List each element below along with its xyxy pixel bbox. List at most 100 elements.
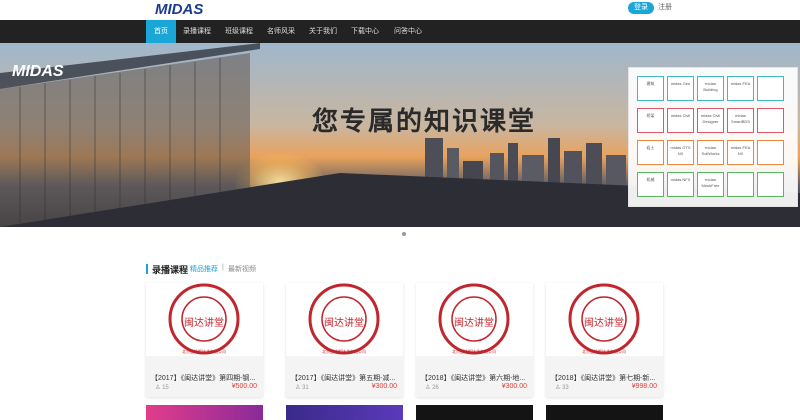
nav-item-home[interactable]: 首页 xyxy=(146,20,176,43)
course-views: ♙ 26 xyxy=(425,384,439,391)
views-count: 33 xyxy=(562,385,569,391)
panel-row-label-mechanical[interactable]: 机械 xyxy=(637,172,664,197)
product-tile[interactable]: midas Gen xyxy=(667,76,694,101)
views-icon: ♙ xyxy=(155,385,161,391)
product-tile[interactable]: midas SoilWorks xyxy=(697,140,724,165)
tab-separator: | xyxy=(222,264,224,271)
views-count: 26 xyxy=(432,385,439,391)
register-link[interactable]: 注册 xyxy=(658,2,672,14)
course-price: ¥998.00 xyxy=(631,383,657,390)
tab-featured[interactable]: 精品推荐 xyxy=(190,264,218,274)
course-card[interactable]: 闽达讲堂 北京迈达斯技术有限公司 【2017】《闽达讲堂》第五期-减... ♙ … xyxy=(286,283,403,397)
nav-item-qa[interactable]: 问答中心 xyxy=(386,20,430,43)
course-views: ♙ 15 xyxy=(155,384,169,391)
product-tile[interactable] xyxy=(757,76,784,101)
nav-item-teachers[interactable]: 名师风采 xyxy=(259,20,303,43)
course-title[interactable]: 【2018】《闽达讲堂》第六期-地... xyxy=(421,373,531,383)
course-title[interactable]: 【2017】《闽达讲堂》第五期-减... xyxy=(291,373,401,383)
product-tile[interactable]: midas FEA xyxy=(727,76,754,101)
tile-label: midas SoilWorks xyxy=(701,145,720,156)
tile-label: midas Civil Designer xyxy=(700,113,721,124)
section-title: 录播课程 xyxy=(152,265,189,275)
product-tile[interactable]: midas Building xyxy=(697,76,724,101)
nav-item-downloads[interactable]: 下载中心 xyxy=(343,20,387,43)
row-label: 岩土 xyxy=(646,145,655,150)
stamp-center-text: 闽达讲堂 xyxy=(184,316,224,329)
tile-label: midas FEA xyxy=(730,81,751,86)
course-thumbnail-next[interactable] xyxy=(416,405,533,420)
product-tile[interactable]: midas Civil xyxy=(667,108,694,133)
product-tile[interactable]: midas MeshFree xyxy=(697,172,724,197)
stamp-ring-text: 北京迈达斯技术有限公司 xyxy=(452,348,496,354)
tile-label: midas Civil xyxy=(670,113,691,118)
course-thumbnail[interactable]: 闽达讲堂 北京迈达斯技术有限公司 xyxy=(416,283,533,356)
tile-label: midas FEA NX xyxy=(730,145,751,156)
tile-label: midas GTS NX xyxy=(670,145,691,156)
login-button[interactable]: 登录 xyxy=(628,2,654,14)
section-accent-bar xyxy=(146,264,148,274)
stamp-seal-icon: 闽达讲堂 北京迈达斯技术有限公司 xyxy=(438,283,510,355)
tab-latest[interactable]: 最新视频 xyxy=(228,264,256,274)
course-price: ¥300.00 xyxy=(501,383,527,390)
product-tile[interactable]: midas NFX xyxy=(667,172,694,197)
views-icon: ♙ xyxy=(555,385,561,391)
tile-label: midas NFX xyxy=(670,177,691,182)
course-card[interactable]: 闽达讲堂 北京迈达斯技术有限公司 【2017】《闽达讲堂》第四期-钢... ♙ … xyxy=(146,283,263,397)
panel-row-label-bridge[interactable]: 桥梁 xyxy=(637,108,664,133)
course-thumbnail-next[interactable] xyxy=(146,405,263,420)
main-nav: 首页 录播课程 班级课程 名师风采 关于我们 下载中心 问答中心 xyxy=(0,20,800,59)
course-views: ♙ 31 xyxy=(295,384,309,391)
tile-label: midas Gen xyxy=(670,81,691,86)
top-bar: MIDAS 登录 注册 xyxy=(0,0,800,18)
course-info: 【2018】《闽达讲堂》第七期-新... ♙ 33 ¥998.00 xyxy=(546,356,663,397)
course-thumbnail-next[interactable] xyxy=(286,405,403,420)
row-label: 机械 xyxy=(646,177,655,182)
nav-item-recorded-courses[interactable]: 录播课程 xyxy=(175,20,219,43)
banner-slogan: 您专属的知识课堂 xyxy=(312,107,537,137)
views-count: 31 xyxy=(302,385,309,391)
product-tile[interactable]: midas GTS NX xyxy=(667,140,694,165)
row-label: 建筑 xyxy=(646,81,655,86)
course-info: 【2017】《闽达讲堂》第四期-钢... ♙ 15 ¥500.00 xyxy=(146,356,263,397)
course-thumbnail[interactable]: 闽达讲堂 北京迈达斯技术有限公司 xyxy=(546,283,663,356)
stamp-ring-text: 北京迈达斯技术有限公司 xyxy=(582,348,626,354)
product-tile[interactable] xyxy=(727,172,754,197)
row-label: 桥梁 xyxy=(646,113,655,118)
stamp-seal-icon: 闽达讲堂 北京迈达斯技术有限公司 xyxy=(168,283,240,355)
banner-midas-logo: MIDAS xyxy=(12,63,64,79)
course-thumbnail-next[interactable] xyxy=(546,405,663,420)
product-tile[interactable] xyxy=(757,140,784,165)
views-count: 15 xyxy=(162,385,169,391)
panel-row-label-geotech[interactable]: 岩土 xyxy=(637,140,664,165)
logo-text: MIDAS xyxy=(155,1,203,16)
midas-logo[interactable]: MIDAS xyxy=(155,0,207,16)
course-info: 【2017】《闽达讲堂》第五期-减... ♙ 31 ¥300.00 xyxy=(286,356,403,397)
views-icon: ♙ xyxy=(295,385,301,391)
nav-item-about[interactable]: 关于我们 xyxy=(301,20,345,43)
hero-banner[interactable]: MIDAS 您专属的知识课堂 建筑 midas Gen midas Buildi… xyxy=(0,43,800,227)
course-thumbnail[interactable]: 闽达讲堂 北京迈达斯技术有限公司 xyxy=(146,283,263,356)
stamp-center-text: 闽达讲堂 xyxy=(454,316,494,329)
stamp-center-text: 闽达讲堂 xyxy=(584,316,624,329)
course-price: ¥300.00 xyxy=(371,383,397,390)
product-tile[interactable]: midas Civil Designer xyxy=(697,108,724,133)
course-title[interactable]: 【2017】《闽达讲堂》第四期-钢... xyxy=(151,373,261,383)
product-tile[interactable] xyxy=(757,172,784,197)
nav-item-class-courses[interactable]: 班级课程 xyxy=(217,20,261,43)
product-tile[interactable]: midas FEA NX xyxy=(727,140,754,165)
stamp-seal-icon: 闽达讲堂 北京迈达斯技术有限公司 xyxy=(568,283,640,355)
tile-label: midas Building xyxy=(703,81,718,92)
carousel-dot[interactable] xyxy=(402,232,406,236)
course-price: ¥500.00 xyxy=(231,383,257,390)
product-panel: 建筑 midas Gen midas Building midas FEA 桥梁… xyxy=(628,67,798,207)
product-tile[interactable]: midas SmartBDS xyxy=(727,108,754,133)
stamp-center-text: 闽达讲堂 xyxy=(324,316,364,329)
course-title[interactable]: 【2018】《闽达讲堂》第七期-新... xyxy=(551,373,661,383)
course-thumbnail[interactable]: 闽达讲堂 北京迈达斯技术有限公司 xyxy=(286,283,403,356)
banner-logo-text: MIDAS xyxy=(12,63,64,79)
course-card[interactable]: 闽达讲堂 北京迈达斯技术有限公司 【2018】《闽达讲堂》第六期-地... ♙ … xyxy=(416,283,533,397)
course-views: ♙ 33 xyxy=(555,384,569,391)
course-card[interactable]: 闽达讲堂 北京迈达斯技术有限公司 【2018】《闽达讲堂》第七期-新... ♙ … xyxy=(546,283,663,397)
product-tile[interactable] xyxy=(757,108,784,133)
panel-row-label-building[interactable]: 建筑 xyxy=(637,76,664,101)
